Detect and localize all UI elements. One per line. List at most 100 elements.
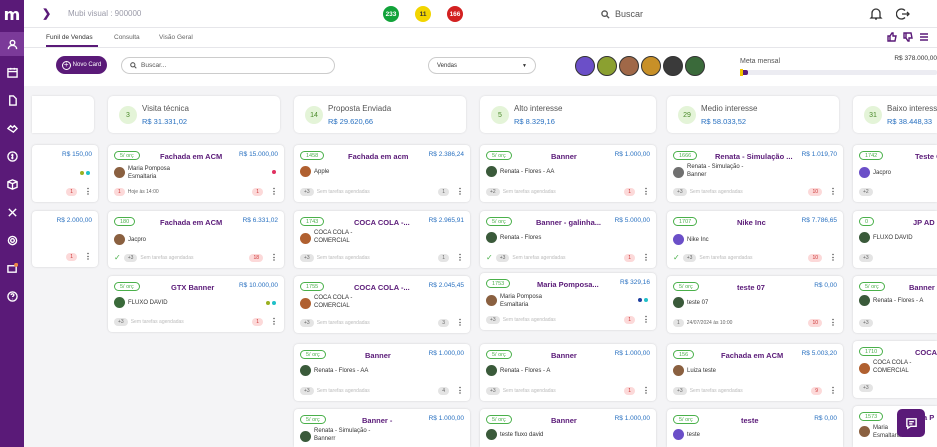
- more-options-icon[interactable]: ⋮: [270, 188, 278, 196]
- badge-red[interactable]: 166: [447, 6, 463, 22]
- deal-card[interactable]: 1742 Teste C Jacpro +2: [853, 145, 937, 202]
- more-options-icon[interactable]: ⋮: [829, 387, 837, 395]
- stage-value: R$ 8.329,16: [514, 117, 555, 126]
- pipeline-select[interactable]: Vendas ▼: [428, 57, 536, 74]
- deal-card[interactable]: 5/ orç teste R$ 0,00 teste: [667, 409, 843, 447]
- thumbs-up-icon[interactable]: [887, 32, 897, 42]
- new-card-button[interactable]: + Novo Card: [56, 56, 107, 74]
- card-count: 9: [811, 387, 822, 395]
- avatar[interactable]: [663, 56, 683, 76]
- tab-visao-geral[interactable]: Visão Geral: [159, 34, 193, 41]
- card-value: R$ 1.000,00: [614, 350, 650, 357]
- deal-card[interactable]: 5/ orç Banner R$ 1.000,00 teste fluxo da…: [480, 409, 656, 447]
- active-tab-indicator: [46, 45, 98, 47]
- avatar[interactable]: [641, 56, 661, 76]
- tools-icon[interactable]: [0, 200, 24, 224]
- stage-count: 29: [678, 106, 696, 124]
- deal-card[interactable]: 1666 Renata - Simulação ... R$ 1.019,70 …: [667, 145, 843, 202]
- deal-card[interactable]: 5/ orç Banner - galinha... R$ 5.000,00 R…: [480, 211, 656, 268]
- card-value: R$ 0,00: [814, 282, 837, 289]
- card-contact: Renata - Simulação - Bannerr: [314, 428, 371, 442]
- check-icon: ✓: [114, 253, 121, 262]
- bell-icon[interactable]: [869, 7, 883, 21]
- deal-card[interactable]: 0 JP AD FLUXO DAVID +3: [853, 211, 937, 268]
- avatar[interactable]: [685, 56, 705, 76]
- menu-icon[interactable]: [919, 32, 929, 42]
- notification-icon[interactable]: [0, 256, 24, 280]
- deal-card[interactable]: 156 Fachada em ACM R$ 5.003,20 Luiza tes…: [667, 344, 843, 401]
- user-icon[interactable]: [0, 32, 24, 56]
- tasks-pill: +3: [859, 254, 873, 262]
- card-value: R$ 0,00: [814, 415, 837, 422]
- more-options-icon[interactable]: ⋮: [642, 254, 650, 262]
- handshake-icon[interactable]: [0, 116, 24, 140]
- more-options-icon[interactable]: ⋮: [456, 254, 464, 262]
- card-value: R$ 329,16: [620, 279, 650, 286]
- calendar-icon[interactable]: [0, 60, 24, 84]
- deal-card[interactable]: 1710 COCA COCA COLA - COMERCIAL +3: [853, 341, 937, 398]
- card-value: R$ 1.000,00: [614, 151, 650, 158]
- help-icon[interactable]: [0, 284, 24, 308]
- deal-card[interactable]: 1755 COCA COLA -... R$ 2.045,45 COCA COL…: [294, 276, 470, 333]
- chat-button[interactable]: [897, 409, 925, 437]
- card-tag: 180: [114, 217, 136, 226]
- document-icon[interactable]: [0, 88, 24, 112]
- more-options-icon[interactable]: ⋮: [456, 188, 464, 196]
- more-options-icon[interactable]: ⋮: [456, 387, 464, 395]
- badge-green[interactable]: 233: [383, 6, 399, 22]
- card-count: 1: [66, 188, 77, 196]
- more-options-icon[interactable]: ⋮: [84, 253, 92, 261]
- app-logo[interactable]: m: [0, 0, 24, 28]
- card-tag: 1742: [859, 151, 884, 160]
- card-contact: Renata - Flores - AA: [500, 169, 555, 175]
- more-options-icon[interactable]: ⋮: [270, 254, 278, 262]
- search-input[interactable]: Buscar...: [121, 57, 335, 74]
- card-contact: Renata - Flores - AA: [314, 368, 369, 374]
- tab-consulta[interactable]: Consulta: [114, 34, 140, 41]
- deal-card[interactable]: 180 Fachada em ACM R$ 6.331,02 Jacpro ✓ +…: [108, 211, 284, 268]
- box-icon[interactable]: [0, 172, 24, 196]
- card-count: 1: [624, 254, 635, 262]
- avatar[interactable]: [619, 56, 639, 76]
- tasks-pill: +2: [859, 188, 873, 196]
- deal-card[interactable]: 1707 Nike Inc R$ 7.786,65 Nike Inc ✓ +3 Se…: [667, 211, 843, 268]
- expand-chevron-icon[interactable]: ❯: [42, 7, 52, 20]
- deal-card[interactable]: 5/ orç Banner R$ 1.000,00 Renata - Flore…: [294, 344, 470, 401]
- logout-icon[interactable]: [895, 7, 910, 21]
- thumbs-down-icon[interactable]: [903, 32, 913, 42]
- deal-card[interactable]: 1458 Fachada em acm R$ 2.386,24 Apple +3…: [294, 145, 470, 202]
- avatar[interactable]: [597, 56, 617, 76]
- card-count: 1: [438, 188, 449, 196]
- deal-card[interactable]: 5/ orç teste 07 R$ 0,00 teste 07 1 24/07/…: [667, 276, 843, 333]
- more-options-icon[interactable]: ⋮: [456, 319, 464, 327]
- stage-value: R$ 38.448,33: [887, 117, 933, 126]
- deal-card[interactable]: R$ 2.000,00 1 ⋮: [32, 211, 98, 267]
- avatar[interactable]: [575, 56, 595, 76]
- deal-card[interactable]: 1753 Maria Pomposa... R$ 329,16 Maria Po…: [480, 273, 656, 330]
- more-options-icon[interactable]: ⋮: [829, 254, 837, 262]
- deal-card[interactable]: 5/ orç Fachada em ACM R$ 15.000,00 Maria…: [108, 145, 284, 202]
- deal-card[interactable]: 5/ orç Banner Renata - Flores - A +3: [853, 276, 937, 333]
- more-options-icon[interactable]: ⋮: [642, 316, 650, 324]
- deal-card[interactable]: 5/ orç Banner R$ 1.000,00 Renata - Flore…: [480, 145, 656, 202]
- more-options-icon[interactable]: ⋮: [642, 188, 650, 196]
- more-options-icon[interactable]: ⋮: [829, 188, 837, 196]
- dollar-icon[interactable]: [0, 144, 24, 168]
- deal-card[interactable]: 1743 COCA COLA -... R$ 2.965,91 COCA COL…: [294, 211, 470, 268]
- more-options-icon[interactable]: ⋮: [270, 318, 278, 326]
- deal-card[interactable]: 5/ orç GTX Banner R$ 10.000,00 FLUXO DAV…: [108, 276, 284, 332]
- avatar: [673, 297, 684, 308]
- tab-funil-de-vendas[interactable]: Funil de Vendas: [46, 34, 93, 41]
- more-options-icon[interactable]: ⋮: [829, 319, 837, 327]
- settings-icon[interactable]: [0, 228, 24, 252]
- badge-yellow[interactable]: 11: [415, 6, 431, 22]
- more-options-icon[interactable]: ⋮: [84, 188, 92, 196]
- deal-card[interactable]: R$ 150,00 1 ⋮: [32, 145, 98, 202]
- header-search[interactable]: Buscar: [601, 9, 643, 19]
- stage-count: 31: [864, 106, 882, 124]
- deal-card[interactable]: 5/ orç Banner - R$ 1.000,00 Renata - Sim…: [294, 409, 470, 447]
- card-title: Teste C: [915, 152, 937, 161]
- more-options-icon[interactable]: ⋮: [642, 387, 650, 395]
- tasks-pill: +3: [123, 253, 138, 262]
- deal-card[interactable]: 5/ orç Banner R$ 1.000,00 Renata - Flore…: [480, 344, 656, 401]
